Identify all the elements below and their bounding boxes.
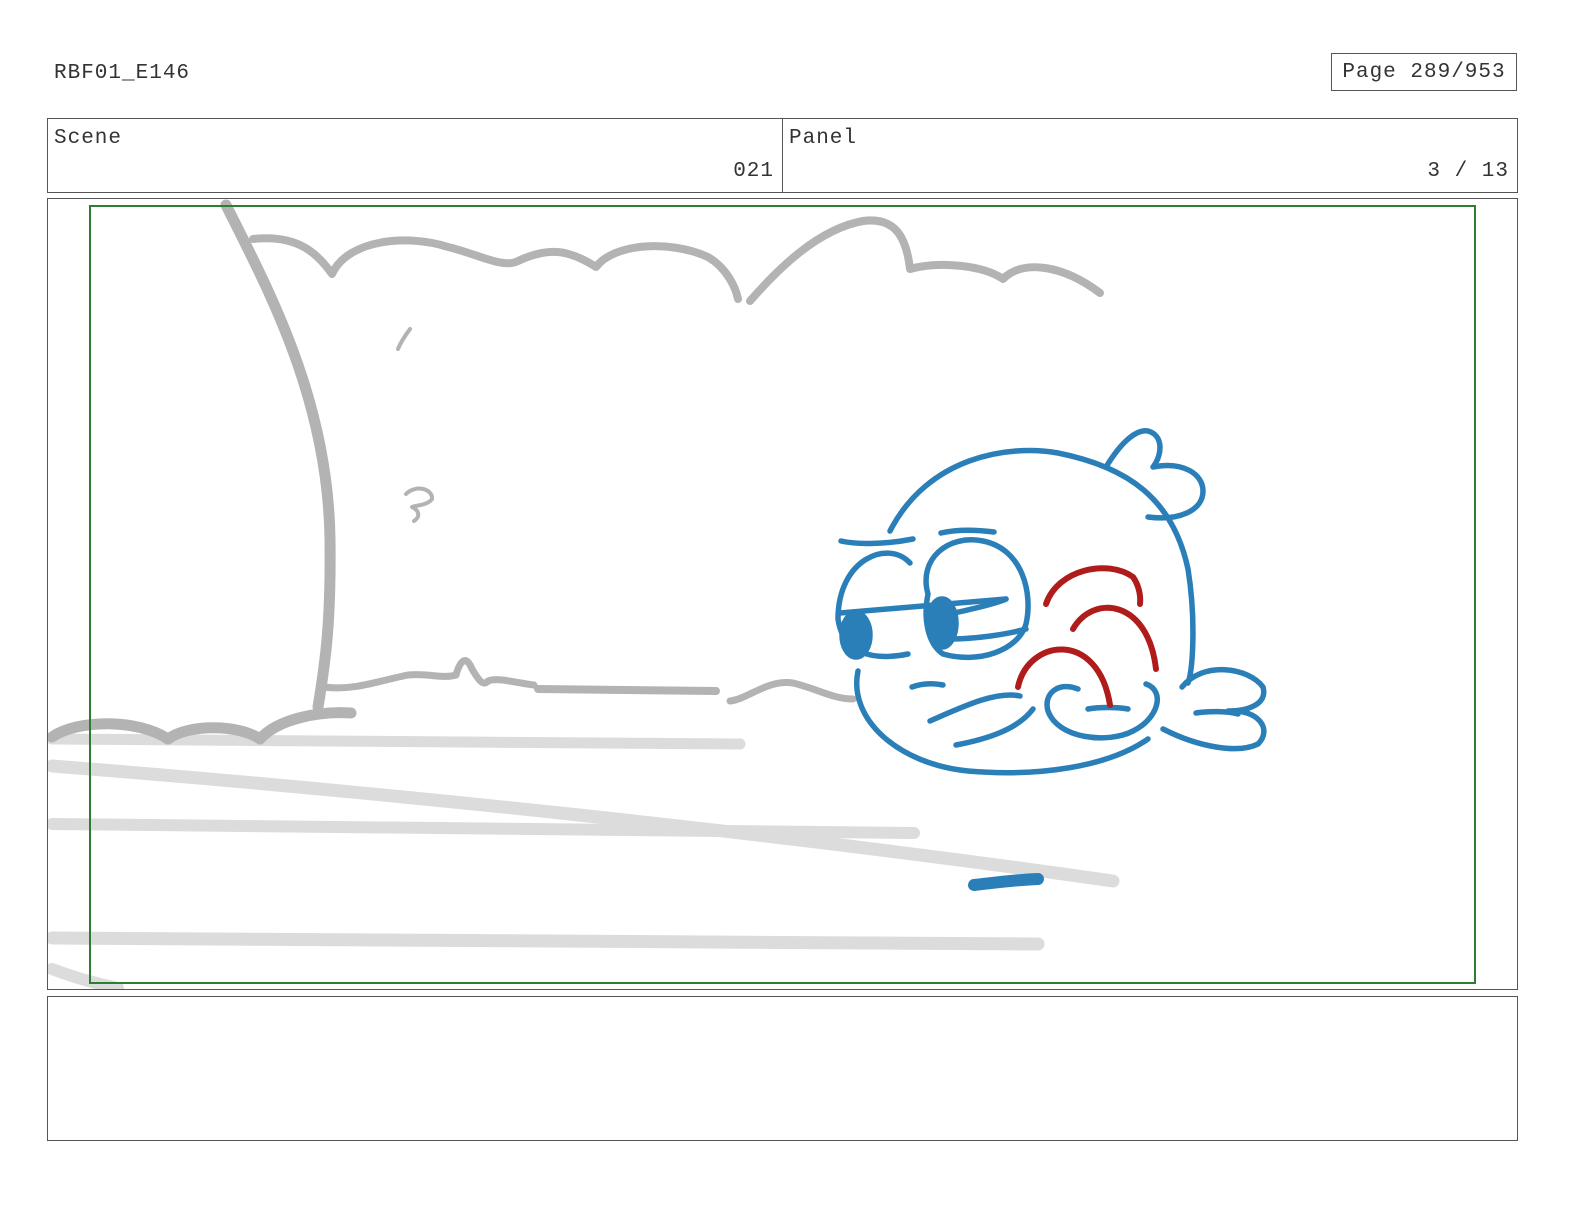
storyboard-drawing: [48, 199, 1476, 989]
scene-cell: Scene 021: [48, 119, 782, 192]
character-nose: [909, 680, 946, 690]
bush-top-outline: [746, 216, 1104, 305]
character-drawing: [835, 428, 1267, 891]
accent-line: [1043, 565, 1144, 607]
page-number-box: Page 289/953: [1331, 53, 1517, 91]
character-pupil: [839, 610, 873, 660]
storyboard-frame: [47, 198, 1518, 990]
character-hand-detail: [1085, 704, 1131, 712]
panel-number: 3 / 13: [1427, 160, 1509, 183]
floor-shadow: [968, 873, 1044, 891]
bush-bottom-outline: [534, 685, 720, 695]
bush-top-outline: [249, 234, 742, 303]
floor-line: [48, 818, 920, 839]
character-eye-lower: [945, 626, 1029, 642]
bush-left-edge: [220, 199, 336, 713]
character-brow: [938, 527, 997, 536]
character-pupil: [925, 596, 959, 650]
safe-area-frame: [89, 205, 1476, 984]
character-mouth: [953, 706, 1036, 748]
panel-label: Panel: [789, 127, 858, 150]
floor-line: [48, 733, 746, 750]
character-hand: [1044, 681, 1160, 741]
character-brow: [838, 536, 916, 547]
accent-lines: [1015, 565, 1159, 708]
floor-lines: [48, 733, 1120, 989]
bush-detail: [404, 486, 434, 523]
floor-line: [48, 931, 1045, 951]
character-hand-detail: [1193, 708, 1241, 717]
panel-cell: Panel 3 / 13: [782, 119, 1517, 192]
scene-label: Scene: [54, 127, 123, 150]
scene-number: 021: [733, 160, 774, 183]
scene-panel-info-row: Scene 021 Panel 3 / 13: [47, 118, 1518, 193]
bush-bottom-outline: [726, 679, 857, 705]
bush-detail: [396, 327, 412, 351]
floor-line: [48, 963, 124, 989]
panel-notes-box[interactable]: [47, 996, 1518, 1141]
character-mouth: [927, 692, 1023, 724]
accent-line: [1015, 646, 1113, 708]
bush-bottom-outline: [320, 657, 538, 692]
document-id: RBF01_E146: [54, 62, 191, 85]
